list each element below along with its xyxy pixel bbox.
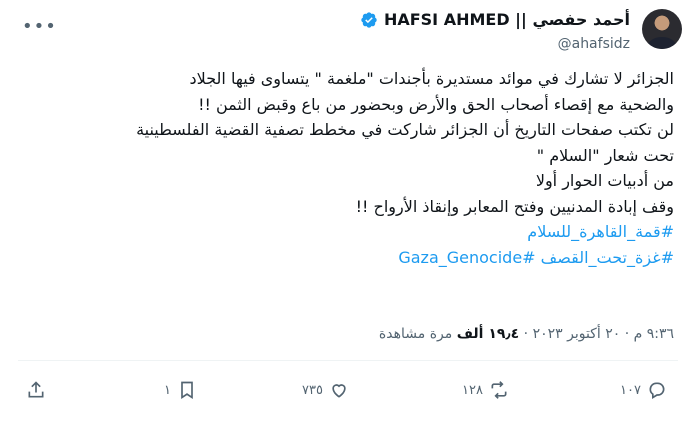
share-button[interactable] — [26, 380, 46, 400]
bookmark-icon — [181, 381, 193, 400]
reply-count: ١٠٧ — [620, 382, 641, 398]
bookmark-button[interactable]: ١ — [164, 380, 197, 400]
tweet-actions: ١ ٧٣٥ ١٢٨ ١٠٧ — [0, 380, 696, 410]
author-handle[interactable]: @ahafsidz — [558, 36, 630, 52]
heart-icon — [332, 384, 346, 398]
avatar[interactable] — [642, 9, 682, 49]
reply-button[interactable]: ١٠٧ — [620, 380, 667, 400]
repost-icon — [491, 381, 507, 399]
like-button[interactable]: ٧٣٥ — [302, 380, 349, 400]
author-name-row: أحمد حفصي || HAFSI AHMED — [360, 10, 630, 29]
views-count: ١٩٫٤ ألف — [456, 326, 520, 342]
tweet-line: وقف إبادة المدنيين وفتح المعابر وإنقاذ ا… — [355, 196, 674, 216]
hashtag-link[interactable]: #غزة_تحت_القصف #Gaza_Genocide — [34, 245, 674, 271]
views-label: مرة مشاهدة — [378, 326, 453, 342]
repost-button[interactable]: ١٢٨ — [462, 380, 509, 400]
bookmark-count: ١ — [164, 382, 171, 398]
reply-icon — [649, 382, 665, 399]
tweet-date[interactable]: ٢٠ أكتوبر ٢٠٢٣ — [533, 326, 621, 342]
tweet-line: تحت شعار "السلام " — [536, 145, 674, 165]
author-display-name[interactable]: أحمد حفصي || HAFSI AHMED — [384, 10, 630, 29]
verified-badge-icon[interactable] — [360, 11, 378, 29]
share-icon — [28, 381, 44, 398]
tweet-meta: ٩:٣٦ م · ٢٠ أكتوبر ٢٠٢٣ · ١٩٫٤ ألف مرة م… — [379, 326, 674, 342]
tweet-text: الجزائر لا تشارك في موائد مستديرة بأجندا… — [34, 66, 674, 270]
more-icon[interactable]: ••• — [22, 16, 57, 37]
meta-separator: · — [523, 326, 529, 342]
tweet-line: الجزائر لا تشارك في موائد مستديرة بأجندا… — [189, 69, 674, 88]
tweet-line: من أدبيات الحوار أولا — [535, 171, 674, 190]
tweet-line: والضحية مع إقصاء أصحاب الحق والأرض وبحضو… — [198, 94, 674, 114]
tweet-line: لن تكتب صفحات التاريخ أن الجزائر شاركت ف… — [136, 120, 674, 139]
tweet-header: ••• أحمد حفصي || HAFSI AHMED @ahafsidz — [0, 6, 696, 66]
hashtag-link[interactable]: #قمة_القاهرة_للسلام — [34, 219, 674, 245]
meta-separator: · — [624, 326, 630, 342]
like-count: ٧٣٥ — [302, 382, 323, 398]
divider — [18, 360, 678, 361]
repost-count: ١٢٨ — [462, 382, 483, 398]
tweet-time[interactable]: ٩:٣٦ م — [634, 326, 674, 342]
